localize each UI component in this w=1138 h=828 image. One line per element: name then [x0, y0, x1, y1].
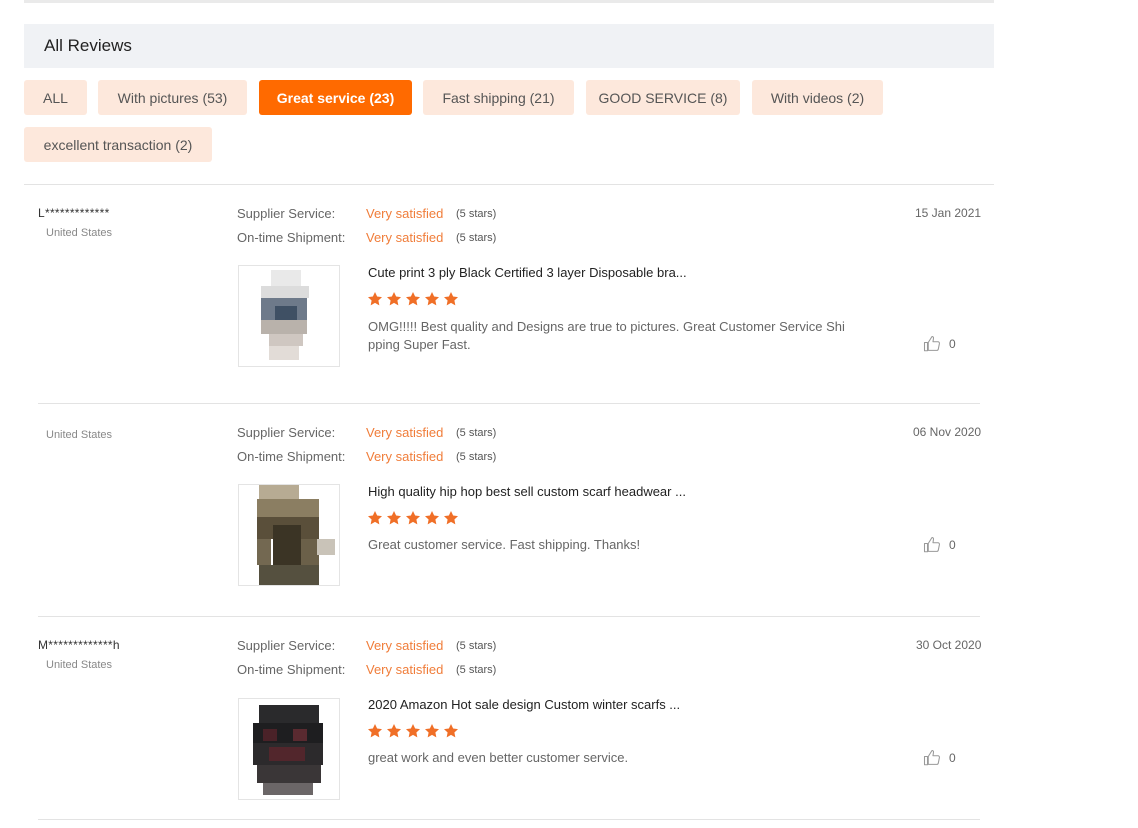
review-item: L************* United States Supplier Se… — [0, 196, 1000, 396]
star-icon — [425, 511, 439, 525]
star-rating — [367, 510, 459, 526]
like-count: 0 — [949, 538, 956, 552]
star-icon — [406, 724, 420, 738]
ontime-shipment-value: Very satisfied — [366, 449, 444, 464]
review-date: 06 Nov 2020 — [913, 425, 982, 439]
reviewer-country: United States — [46, 429, 113, 441]
review-item: M*************h United States Supplier S… — [0, 628, 1000, 828]
review-comment: OMG!!!!! Best quality and Designs are tr… — [368, 319, 845, 352]
ontime-shipment-label: On-time Shipment: — [237, 230, 346, 245]
filter-chip-with-pictures[interactable]: With pictures (53) — [98, 80, 247, 115]
reviewer-country: United States — [46, 227, 113, 239]
star-icon — [368, 511, 382, 525]
star-icon — [406, 511, 420, 525]
reviewer-country: United States — [46, 659, 113, 671]
star-icon — [444, 511, 458, 525]
product-thumbnail[interactable] — [238, 484, 340, 586]
filter-chip-all[interactable]: ALL — [24, 80, 87, 115]
ontime-shipment-stars: (5 stars) — [456, 664, 497, 676]
filter-chip-fast-shipping[interactable]: Fast shipping (21) — [423, 80, 574, 115]
review-divider — [38, 819, 980, 820]
product-thumbnail[interactable] — [238, 265, 340, 367]
product-title[interactable]: 2020 Amazon Hot sale design Custom winte… — [368, 697, 680, 712]
supplier-service-label: Supplier Service: — [237, 638, 336, 653]
star-icon — [387, 292, 401, 306]
review-divider — [38, 616, 980, 617]
ontime-shipment-value: Very satisfied — [366, 230, 444, 245]
review-comment: Great customer service. Fast shipping. T… — [368, 537, 641, 552]
top-divider — [24, 0, 994, 3]
product-title[interactable]: High quality hip hop best sell custom sc… — [368, 484, 686, 499]
reviewer-name: L************* — [38, 206, 110, 220]
like-count: 0 — [949, 751, 956, 765]
star-icon — [387, 724, 401, 738]
list-divider — [24, 184, 994, 185]
page-title: All Reviews — [44, 36, 132, 55]
filter-chip-with-videos[interactable]: With videos (2) — [752, 80, 883, 115]
filter-chip-excellent-transaction[interactable]: excellent transaction (2) — [24, 127, 212, 162]
filter-chip-good-service[interactable]: GOOD SERVICE (8) — [586, 80, 740, 115]
like-count: 0 — [949, 337, 956, 351]
filter-chip-great-service[interactable]: Great service (23) — [259, 80, 412, 115]
star-icon — [387, 511, 401, 525]
reviews-header: All Reviews — [24, 24, 994, 68]
review-item: United States Supplier Service: Very sat… — [0, 415, 1000, 615]
product-title[interactable]: Cute print 3 ply Black Certified 3 layer… — [368, 265, 687, 280]
ontime-shipment-stars: (5 stars) — [456, 451, 497, 463]
star-icon — [444, 292, 458, 306]
reviewer-name: M*************h — [38, 638, 120, 652]
review-date: 30 Oct 2020 — [916, 638, 982, 652]
supplier-service-value: Very satisfied — [366, 425, 444, 440]
star-rating — [367, 723, 459, 739]
like-button[interactable]: 0 — [923, 335, 956, 353]
star-icon — [406, 292, 420, 306]
ontime-shipment-label: On-time Shipment: — [237, 662, 346, 677]
ontime-shipment-value: Very satisfied — [366, 662, 444, 677]
product-thumbnail[interactable] — [238, 698, 340, 800]
like-button[interactable]: 0 — [923, 749, 956, 767]
supplier-service-label: Supplier Service: — [237, 425, 336, 440]
star-rating — [367, 291, 459, 307]
supplier-service-stars: (5 stars) — [456, 208, 497, 220]
star-icon — [368, 724, 382, 738]
supplier-service-stars: (5 stars) — [456, 640, 497, 652]
star-icon — [425, 292, 439, 306]
ontime-shipment-stars: (5 stars) — [456, 232, 497, 244]
like-icon — [923, 335, 940, 352]
like-icon — [923, 749, 940, 766]
star-icon — [425, 724, 439, 738]
like-icon — [923, 536, 940, 553]
supplier-service-value: Very satisfied — [366, 638, 444, 653]
star-icon — [444, 724, 458, 738]
supplier-service-label: Supplier Service: — [237, 206, 336, 221]
supplier-service-value: Very satisfied — [366, 206, 444, 221]
like-button[interactable]: 0 — [923, 536, 956, 554]
ontime-shipment-label: On-time Shipment: — [237, 449, 346, 464]
review-comment: great work and even better customer serv… — [368, 750, 629, 765]
star-icon — [368, 292, 382, 306]
supplier-service-stars: (5 stars) — [456, 427, 497, 439]
review-date: 15 Jan 2021 — [915, 206, 982, 220]
review-divider — [38, 403, 980, 404]
